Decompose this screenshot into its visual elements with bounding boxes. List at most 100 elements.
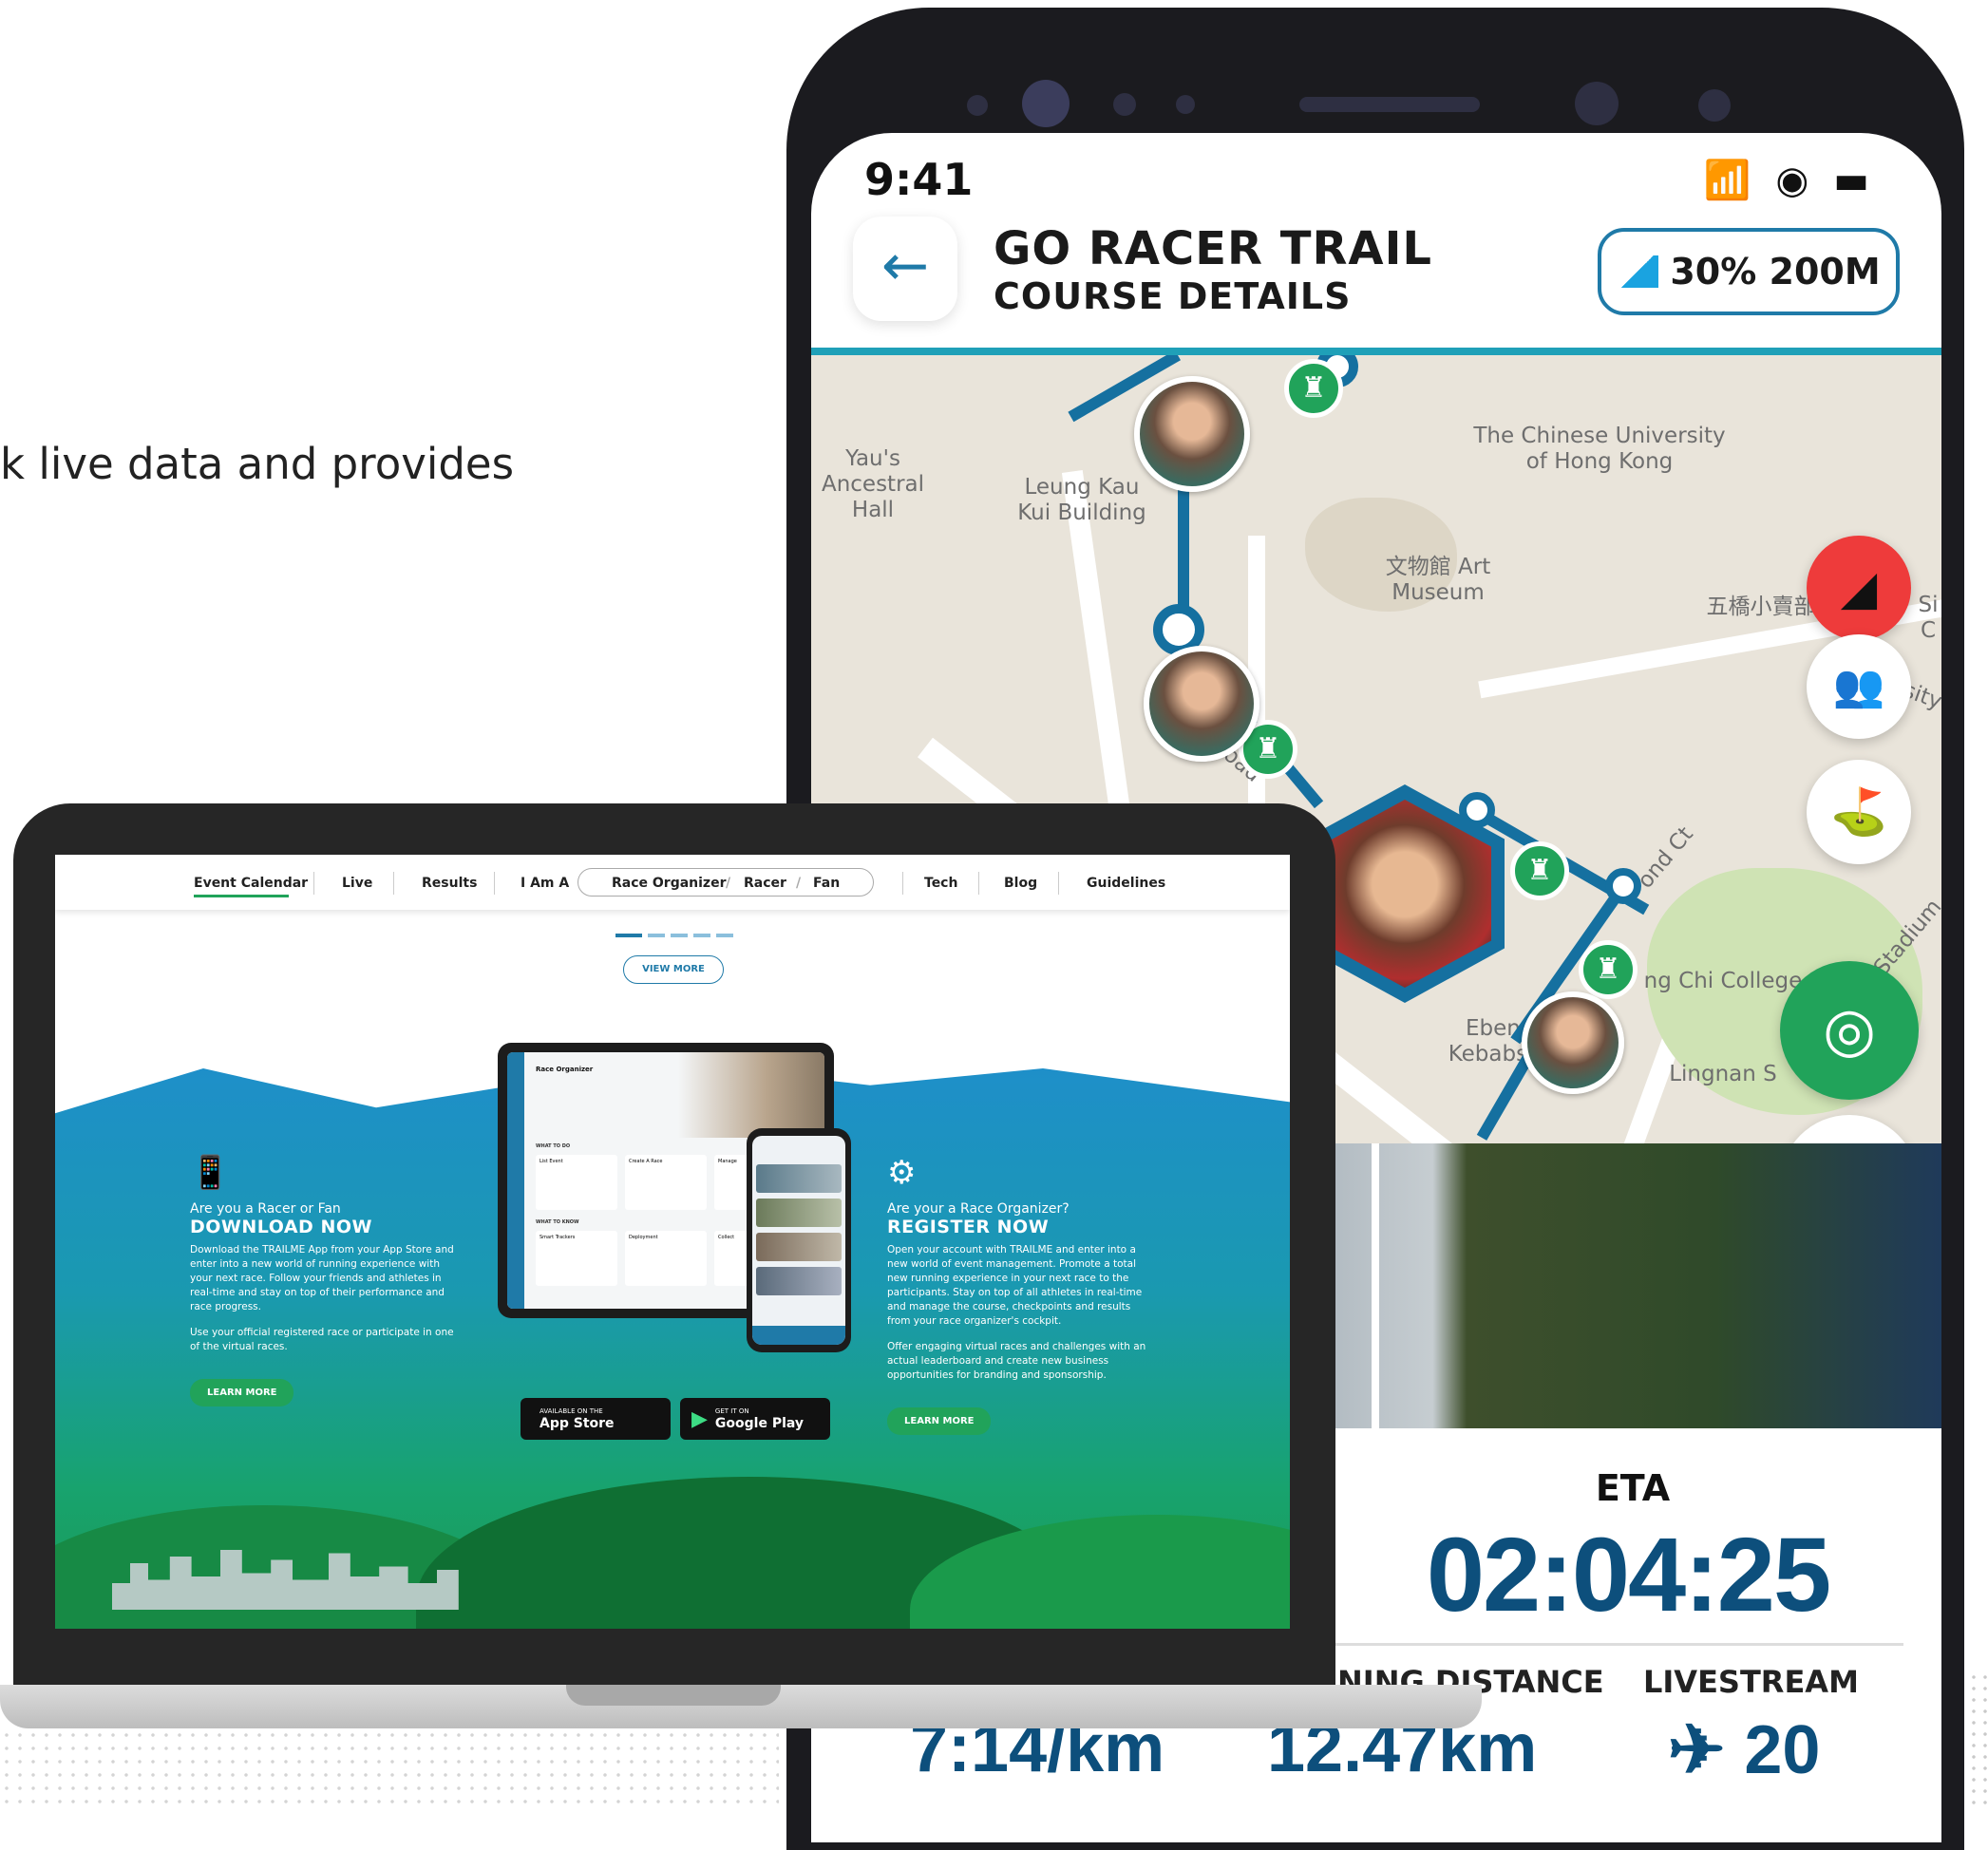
nav-slash: / xyxy=(726,876,731,891)
block-body: Open your account with TRAILME and enter… xyxy=(887,1244,1143,1327)
gear-route-icon: ⚙ xyxy=(887,1154,917,1192)
nav-live[interactable]: Live xyxy=(342,876,372,891)
photo-divider xyxy=(1372,1143,1379,1428)
page-title: GO RACER TRAIL xyxy=(994,222,1433,275)
nav-guidelines[interactable]: Guidelines xyxy=(1087,876,1165,891)
nav-blog[interactable]: Blog xyxy=(1004,876,1037,891)
tablet-card-label: Manage xyxy=(718,1159,737,1164)
mini-tab-bar xyxy=(752,1326,845,1345)
carousel-dot[interactable] xyxy=(716,934,733,937)
group-button[interactable]: 👥 xyxy=(1807,634,1911,739)
app-store-large: App Store xyxy=(540,1415,615,1431)
carousel-dot[interactable] xyxy=(615,934,642,937)
status-icons: 📶 ◉ ▬ xyxy=(1703,159,1875,202)
map-label: 文物館 Art Museum xyxy=(1385,555,1491,605)
map-label: ng Chi College xyxy=(1643,969,1803,993)
organizer-block: ⚙ Are your a Race Organizer? REGISTER NO… xyxy=(887,1154,1155,1435)
nav-divider xyxy=(494,872,495,895)
page-subtitle: COURSE DETAILS xyxy=(994,275,1352,317)
nav-divider xyxy=(978,872,979,895)
tablet-title: Race Organizer xyxy=(536,1066,594,1073)
mini-list-item xyxy=(756,1267,842,1295)
view-more-button[interactable]: VIEW MORE xyxy=(623,955,724,984)
nav-divider xyxy=(393,872,394,895)
athlete-avatar[interactable] xyxy=(1522,991,1624,1094)
header-divider xyxy=(811,348,1941,355)
back-button[interactable]: ← xyxy=(853,217,957,321)
status-time: 9:41 xyxy=(864,154,974,205)
tablet-card-label: Create A Race xyxy=(629,1159,663,1164)
tablet-hero-image xyxy=(678,1052,824,1138)
nav-slash: / xyxy=(796,876,802,891)
google-play-icon: ▶ xyxy=(691,1406,708,1431)
livestream-value: ✈ 20 xyxy=(1668,1712,1821,1788)
map-label: The Chinese University of Hong Kong xyxy=(1473,424,1726,474)
target-icon: ◎ xyxy=(1823,995,1876,1066)
block-heading: DOWNLOAD NOW xyxy=(190,1217,372,1237)
tablet-sidebar xyxy=(507,1052,524,1309)
tablet-card-label: List Event xyxy=(540,1159,563,1164)
checkpoint-node[interactable] xyxy=(1605,868,1641,904)
tablet-card: Create A Race xyxy=(625,1155,707,1210)
google-play-button[interactable]: ▶ GET IT ON Google Play xyxy=(680,1398,830,1440)
grade-badge-label: 30% 200M xyxy=(1670,251,1881,293)
sensor-icon xyxy=(1176,95,1195,114)
map-label: Lingnan S xyxy=(1669,1062,1777,1086)
tablet-card: List Event xyxy=(536,1155,617,1210)
block-body: Download the TRAILME App from your App S… xyxy=(190,1244,454,1312)
mini-phone-screen xyxy=(752,1136,845,1345)
stats-divider xyxy=(1286,1643,1903,1646)
nav-divider xyxy=(1058,872,1059,895)
app-store-text: AVAILABLE ON THE App Store xyxy=(540,1407,615,1431)
route-button[interactable]: ⛳ xyxy=(1807,760,1911,864)
app-store-small: AVAILABLE ON THE xyxy=(540,1406,603,1415)
mini-list-item xyxy=(756,1233,842,1261)
athlete-avatar[interactable] xyxy=(1144,646,1259,762)
nav-fan[interactable]: Fan xyxy=(813,876,840,891)
block-pretitle: Are your a Race Organizer? xyxy=(887,1201,1070,1217)
sensor-icon xyxy=(1698,89,1731,122)
block-body: Offer engaging virtual races and challen… xyxy=(887,1341,1146,1381)
tablet-card-label: Smart Trackers xyxy=(540,1235,576,1240)
carousel-dot[interactable] xyxy=(693,934,710,937)
map-label: Leung Kau Kui Building xyxy=(1017,475,1146,525)
grade-button[interactable]: ◢ xyxy=(1807,536,1911,640)
app-store-button[interactable]: AVAILABLE ON THE App Store xyxy=(521,1398,671,1440)
locate-button[interactable]: ◎ xyxy=(1780,961,1919,1100)
runner-icon[interactable]: ♜ xyxy=(1510,841,1569,900)
tablet-card-label: Deployment xyxy=(629,1235,658,1240)
nav-divider xyxy=(313,872,314,895)
phone-app-icon: 📱 xyxy=(190,1154,231,1192)
nav-race-organizer[interactable]: Race Organizer xyxy=(612,876,726,891)
arrow-left-icon: ← xyxy=(880,233,930,299)
learn-more-button[interactable]: LEARN MORE xyxy=(190,1379,294,1406)
athlete-avatar[interactable] xyxy=(1134,376,1250,492)
carousel-dot[interactable] xyxy=(671,934,688,937)
learn-more-button[interactable]: LEARN MORE xyxy=(887,1407,992,1435)
nav-event-calendar[interactable]: Event Calendar xyxy=(194,876,308,891)
runner-icon[interactable]: ♜ xyxy=(1284,359,1343,418)
tablet-card: Smart Trackers xyxy=(536,1231,617,1286)
nav-results[interactable]: Results xyxy=(422,876,477,891)
block-pretitle: Are you a Racer or Fan xyxy=(190,1201,341,1217)
group-icon: 👥 xyxy=(1832,662,1885,710)
nav-i-am-a: I Am A xyxy=(521,876,570,891)
tablet-card: Deployment xyxy=(625,1231,707,1286)
nav-tech[interactable]: Tech xyxy=(924,876,957,891)
nav-racer[interactable]: Racer xyxy=(744,876,786,891)
runner-icon[interactable]: ♜ xyxy=(1579,940,1638,999)
mini-list-item xyxy=(756,1164,842,1193)
google-play-large: Google Play xyxy=(714,1415,805,1431)
tablet-card-label: Collect xyxy=(718,1235,735,1240)
carousel-dots[interactable] xyxy=(615,923,739,941)
livestream-label: LIVESTREAM xyxy=(1643,1664,1859,1700)
laptop-notch xyxy=(566,1685,781,1706)
sensor-icon xyxy=(1113,93,1136,116)
dot-pattern xyxy=(0,1728,779,1811)
intro-text: k live data and provides xyxy=(0,439,515,489)
grade-badge[interactable]: 30% 200M xyxy=(1598,228,1900,315)
carousel-dot[interactable] xyxy=(648,934,665,937)
sensor-icon xyxy=(967,95,988,116)
top-nav: Event Calendar Live Results I Am A Race … xyxy=(55,855,1290,910)
google-play-text: GET IT ON Google Play xyxy=(715,1407,804,1431)
